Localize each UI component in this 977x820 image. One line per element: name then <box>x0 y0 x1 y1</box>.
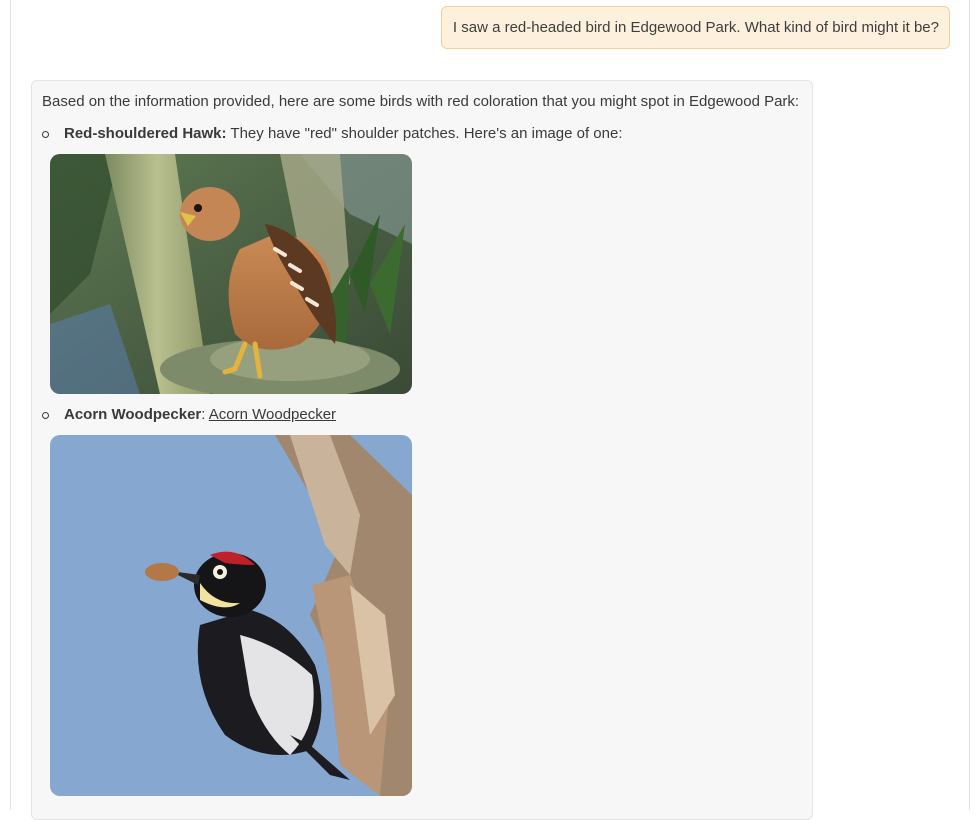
hawk-photo-icon <box>50 154 412 394</box>
list-item: Acorn Woodpecker: Acorn Woodpecker <box>42 404 802 796</box>
hawk-photo <box>50 154 412 394</box>
assistant-message-bubble: Based on the information provided, here … <box>31 80 813 820</box>
woodpecker-photo <box>50 435 412 796</box>
bird-name: Acorn Woodpecker <box>64 406 202 423</box>
user-message-bubble: I saw a red-headed bird in Edgewood Park… <box>440 6 950 49</box>
acorn-woodpecker-link[interactable]: Acorn Woodpecker <box>209 406 336 423</box>
list-item: Red-shouldered Hawk: They have "red" sho… <box>42 123 802 394</box>
list-bullet-icon <box>42 131 49 138</box>
bird-list: Red-shouldered Hawk: They have "red" sho… <box>42 123 802 796</box>
list-bullet-icon <box>42 412 49 419</box>
bird-entry-acorn-woodpecker: Acorn Woodpecker: Acorn Woodpecker <box>42 404 802 426</box>
assistant-intro-text: Based on the information provided, here … <box>42 93 800 110</box>
bird-separator: : <box>201 406 209 423</box>
bird-entry-red-shouldered-hawk: Red-shouldered Hawk: They have "red" sho… <box>42 123 802 145</box>
chat-panel: I saw a red-headed bird in Edgewood Park… <box>10 0 970 820</box>
bird-name: Red-shouldered Hawk: <box>64 125 227 142</box>
user-message-row: I saw a red-headed bird in Edgewood Park… <box>440 6 950 49</box>
woodpecker-photo-icon <box>50 435 412 796</box>
bird-description: They have "red" shoulder patches. Here's… <box>226 125 623 142</box>
